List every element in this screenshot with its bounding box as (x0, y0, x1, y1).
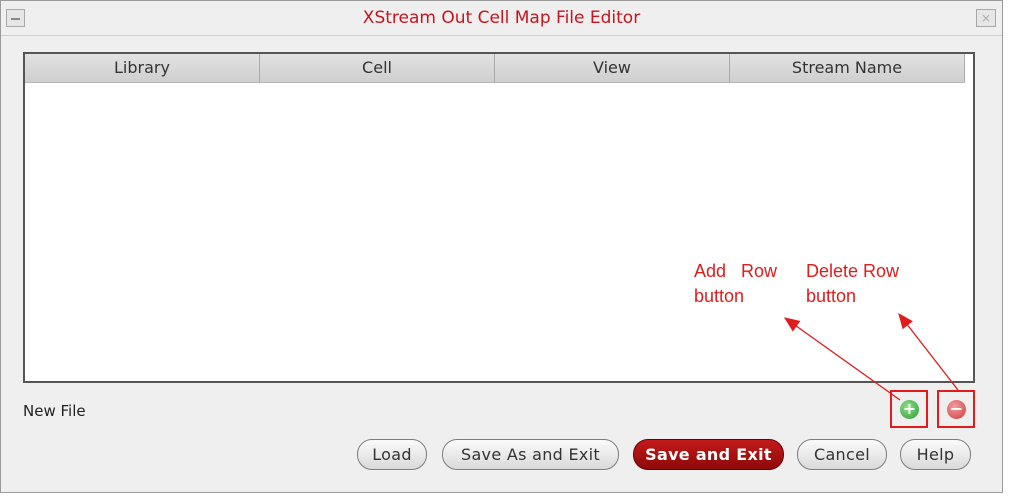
save-as-and-exit-button[interactable]: Save As and Exit (442, 439, 619, 470)
delete-row-button[interactable]: − (937, 390, 975, 428)
annotation-arrows (783, 312, 959, 401)
minus-icon: − (947, 400, 966, 419)
add-row-button[interactable]: + (890, 390, 928, 428)
add-row-arrow (783, 317, 901, 401)
save-and-exit-button[interactable]: Save and Exit (633, 439, 784, 470)
help-button[interactable]: Help (900, 439, 971, 470)
plus-icon: + (900, 400, 919, 419)
delete-row-arrow (898, 312, 959, 391)
cancel-button[interactable]: Cancel (797, 439, 887, 470)
load-button[interactable]: Load (357, 439, 427, 470)
